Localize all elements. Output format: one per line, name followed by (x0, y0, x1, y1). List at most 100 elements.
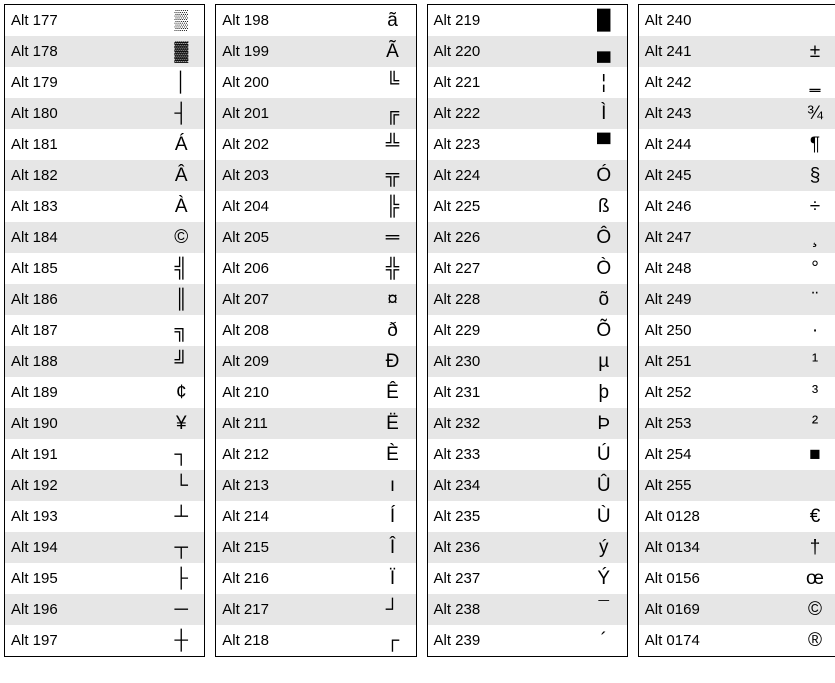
alt-symbol: ─ (158, 600, 204, 619)
alt-symbol: œ (792, 569, 835, 588)
alt-symbol: █ (581, 11, 627, 30)
alt-code: Alt 178 (5, 43, 158, 60)
table-row: Alt 215Î (216, 532, 415, 563)
alt-symbol: ³ (792, 383, 835, 402)
table-row: Alt 253² (639, 408, 835, 439)
alt-symbol: ´ (581, 631, 627, 650)
alt-code: Alt 204 (216, 198, 369, 215)
alt-symbol: © (158, 228, 204, 247)
alt-symbol: ÷ (792, 197, 835, 216)
alt-code: Alt 233 (428, 446, 581, 463)
alt-code: Alt 203 (216, 167, 369, 184)
alt-code: Alt 0174 (639, 632, 792, 649)
table-row: Alt 228õ (428, 284, 627, 315)
alt-code: Alt 218 (216, 632, 369, 649)
table-row: Alt 179│ (5, 67, 204, 98)
table-row: Alt 223▀ (428, 129, 627, 160)
table-row: Alt 240­ (639, 5, 835, 36)
alt-symbol: ¨ (792, 290, 835, 309)
alt-code: Alt 248 (639, 260, 792, 277)
table-row: Alt 0128€ (639, 501, 835, 532)
alt-symbol: Û (581, 476, 627, 495)
alt-symbol: È (370, 445, 416, 464)
alt-symbol: Ú (581, 445, 627, 464)
alt-symbol: Ì (581, 104, 627, 123)
alt-code: Alt 255 (639, 477, 792, 494)
table-row: Alt 180┤ (5, 98, 204, 129)
table-row: Alt 198ã (216, 5, 415, 36)
alt-symbol: ┐ (158, 445, 204, 464)
table-row: Alt 191┐ (5, 439, 204, 470)
alt-symbol: ­ (792, 11, 835, 30)
alt-symbol: Í (370, 507, 416, 526)
alt-code: Alt 187 (5, 322, 158, 339)
alt-code: Alt 190 (5, 415, 158, 432)
table-row: Alt 217┘ (216, 594, 415, 625)
alt-code: Alt 228 (428, 291, 581, 308)
alt-code: Alt 179 (5, 74, 158, 91)
table-row: Alt 210Ê (216, 377, 415, 408)
alt-symbol: ┌ (370, 631, 416, 650)
table-row: Alt 187╗ (5, 315, 204, 346)
table-row: Alt 188╝ (5, 346, 204, 377)
table-row: Alt 252³ (639, 377, 835, 408)
table-row: Alt 202╩ (216, 129, 415, 160)
alt-symbol: └ (158, 476, 204, 495)
alt-code: Alt 193 (5, 508, 158, 525)
alt-code: Alt 202 (216, 136, 369, 153)
alt-code: Alt 211 (216, 415, 369, 432)
alt-code: Alt 184 (5, 229, 158, 246)
table-row: Alt 177▒ (5, 5, 204, 36)
alt-code: Alt 208 (216, 322, 369, 339)
table-row: Alt 195├ (5, 563, 204, 594)
alt-symbol: ║ (158, 290, 204, 309)
alt-symbol: õ (581, 290, 627, 309)
table-row: Alt 226Ô (428, 222, 627, 253)
table-row: Alt 242‗ (639, 67, 835, 98)
alt-code: Alt 186 (5, 291, 158, 308)
alt-code: Alt 194 (5, 539, 158, 556)
alt-code: Alt 188 (5, 353, 158, 370)
table-row: Alt 255 (639, 470, 835, 501)
table-row: Alt 235Ù (428, 501, 627, 532)
alt-symbol: ═ (370, 228, 416, 247)
alt-symbol: ± (792, 42, 835, 61)
table-row: Alt 248° (639, 253, 835, 284)
alt-code: Alt 247 (639, 229, 792, 246)
table-row: Alt 251¹ (639, 346, 835, 377)
alt-symbol: ® (792, 631, 835, 650)
column-4: Alt 240­Alt 241±Alt 242‗Alt 243¾Alt 244¶… (638, 4, 835, 657)
alt-code: Alt 251 (639, 353, 792, 370)
alt-code: Alt 201 (216, 105, 369, 122)
alt-code: Alt 221 (428, 74, 581, 91)
table-row: Alt 205═ (216, 222, 415, 253)
table-row: Alt 181Á (5, 129, 204, 160)
alt-code: Alt 177 (5, 12, 158, 29)
alt-code: Alt 210 (216, 384, 369, 401)
alt-code: Alt 237 (428, 570, 581, 587)
alt-symbol: ╠ (370, 197, 416, 216)
alt-symbol: Â (158, 166, 204, 185)
column-1: Alt 177▒Alt 178▓Alt 179│Alt 180┤Alt 181Á… (4, 4, 205, 657)
table-row: Alt 236ý (428, 532, 627, 563)
alt-code: Alt 0128 (639, 508, 792, 525)
table-row: Alt 199Ã (216, 36, 415, 67)
table-row: Alt 194┬ (5, 532, 204, 563)
alt-code: Alt 192 (5, 477, 158, 494)
alt-symbol: ¯ (581, 600, 627, 619)
alt-symbol: ß (581, 197, 627, 216)
alt-symbol: Ð (370, 352, 416, 371)
alt-code: Alt 199 (216, 43, 369, 60)
alt-code: Alt 229 (428, 322, 581, 339)
alt-code: Alt 205 (216, 229, 369, 246)
alt-code: Alt 214 (216, 508, 369, 525)
alt-symbol: § (792, 166, 835, 185)
table-row: Alt 211Ë (216, 408, 415, 439)
table-row: Alt 238¯ (428, 594, 627, 625)
table-row: Alt 200╚ (216, 67, 415, 98)
alt-symbol: Î (370, 538, 416, 557)
alt-symbol: ã (370, 11, 416, 30)
alt-symbol: ╚ (370, 73, 416, 92)
table-row: Alt 218┌ (216, 625, 415, 656)
alt-code: Alt 238 (428, 601, 581, 618)
